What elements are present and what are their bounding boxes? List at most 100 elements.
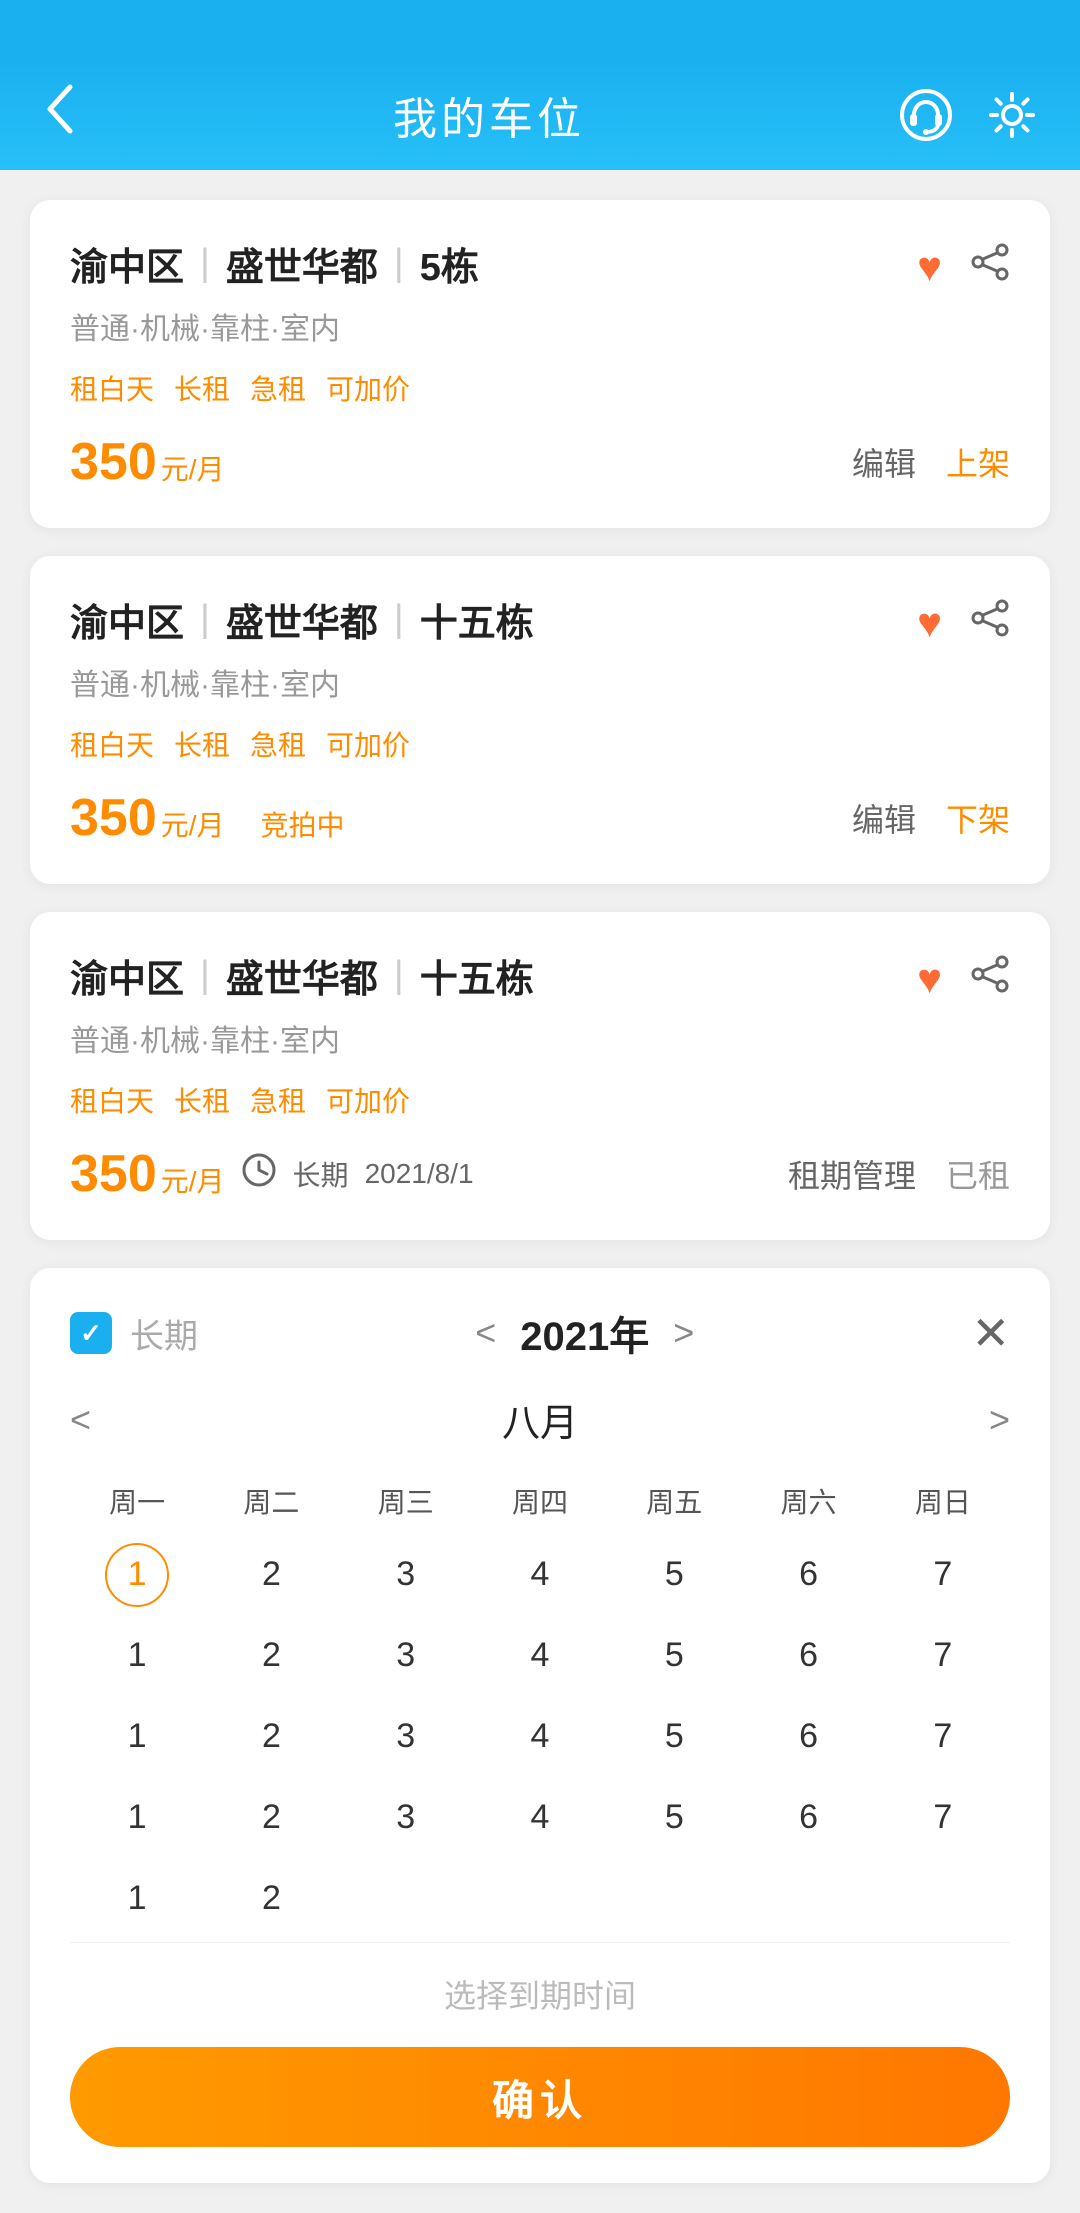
card-header-3: 渝中区 | 盛世华都 | 十五栋 ♥ — [70, 948, 1010, 1004]
card-desc-3: 普通·机械·靠柱·室内 — [70, 1016, 1010, 1060]
weekday-fri: 周五 — [607, 1471, 741, 1531]
tag-3-1: 长租 — [174, 1080, 230, 1120]
cal-day-r4c2[interactable]: 2 — [204, 1784, 338, 1851]
tag-2-2: 急租 — [250, 724, 306, 764]
calendar-header: ✓ 长期 < 2021年 > ✕ — [70, 1304, 1010, 1362]
cal-day-r2c4[interactable]: 4 — [473, 1622, 607, 1689]
price-unit-1: 元/月 — [161, 448, 225, 488]
cal-day-r3c7[interactable]: 7 — [876, 1703, 1010, 1770]
next-year-button[interactable]: > — [673, 1312, 694, 1354]
price-num-1: 350 — [70, 432, 157, 492]
card-actions-2: 编辑 下架 — [852, 795, 1010, 841]
card-actions-3: 租期管理 已租 — [788, 1151, 1010, 1197]
cal-day-r4c4[interactable]: 4 — [473, 1784, 607, 1851]
cal-day-r3c5[interactable]: 5 — [607, 1703, 741, 1770]
cal-day-r1c3[interactable]: 3 — [339, 1541, 473, 1608]
settings-button[interactable] — [984, 87, 1040, 143]
cal-day-r5c5 — [607, 1865, 741, 1932]
price-unit-3: 元/月 — [161, 1160, 225, 1200]
cal-day-r1c6[interactable]: 6 — [741, 1541, 875, 1608]
year-text: 2021年 — [520, 1304, 649, 1362]
cal-day-r3c1[interactable]: 1 — [70, 1703, 204, 1770]
cal-day-r4c1[interactable]: 1 — [70, 1784, 204, 1851]
location-3: 渝中区 — [70, 948, 184, 1003]
support-button[interactable] — [898, 87, 954, 143]
prev-month-button[interactable]: < — [70, 1399, 91, 1441]
cal-day-r2c6[interactable]: 6 — [741, 1622, 875, 1689]
calendar-close-button[interactable]: ✕ — [971, 1306, 1010, 1360]
cal-day-r3c3[interactable]: 3 — [339, 1703, 473, 1770]
card-desc-2: 普通·机械·靠柱·室内 — [70, 660, 1010, 704]
rental-info-3: 350 元/月 长期 2021/8/1 — [70, 1144, 474, 1204]
cal-day-r3c2[interactable]: 2 — [204, 1703, 338, 1770]
building-3: 十五栋 — [420, 948, 534, 1003]
card-tags-1: 租白天 长租 急租 可加价 — [70, 368, 1010, 408]
tag-3-0: 租白天 — [70, 1080, 154, 1120]
clock-icon-3 — [241, 1152, 277, 1196]
community-1: 盛世华都 — [226, 236, 378, 291]
card-footer-2: 350 元/月 竞拍中 编辑 下架 — [70, 788, 1010, 848]
price-num-2: 350 — [70, 788, 157, 848]
cal-day-r1c7[interactable]: 7 — [876, 1541, 1010, 1608]
cal-day-r1c4[interactable]: 4 — [473, 1541, 607, 1608]
cal-day-r2c1[interactable]: 1 — [70, 1622, 204, 1689]
card-actions-1: 编辑 上架 — [852, 439, 1010, 485]
tag-2-3: 可加价 — [326, 724, 410, 764]
tag-1-3: 可加价 — [326, 368, 410, 408]
price-unit-2: 元/月 — [161, 804, 225, 844]
month-row: < 八月 > — [70, 1392, 1010, 1447]
cal-day-r5c1[interactable]: 1 — [70, 1865, 204, 1932]
cal-day-r2c2[interactable]: 2 — [204, 1622, 338, 1689]
weekday-tue: 周二 — [204, 1471, 338, 1531]
share-icon-2[interactable] — [970, 598, 1010, 648]
share-icon-3[interactable] — [970, 954, 1010, 1004]
cal-day-r2c3[interactable]: 3 — [339, 1622, 473, 1689]
calendar-grid: 周一 周二 周三 周四 周五 周六 周日 1 2 3 4 5 6 7 1 2 — [70, 1471, 1010, 1932]
cal-day-r1c1[interactable]: 1 — [105, 1543, 169, 1607]
cal-day-r5c4 — [473, 1865, 607, 1932]
cal-day-r4c6[interactable]: 6 — [741, 1784, 875, 1851]
cal-day-r1c2[interactable]: 2 — [204, 1541, 338, 1608]
heart-icon-2[interactable]: ♥ — [917, 599, 942, 647]
community-3: 盛世华都 — [226, 948, 378, 1003]
weekday-sun: 周日 — [876, 1471, 1010, 1531]
expiry-placeholder: 选择到期时间 — [444, 1978, 636, 2014]
edit-btn-1[interactable]: 编辑 — [852, 439, 916, 485]
card-tags-3: 租白天 长租 急租 可加价 — [70, 1080, 1010, 1120]
action-btn-2[interactable]: 下架 — [946, 795, 1010, 841]
cal-day-r2c5[interactable]: 5 — [607, 1622, 741, 1689]
weekday-headers: 周一 周二 周三 周四 周五 周六 周日 — [70, 1471, 1010, 1531]
cal-day-r4c5[interactable]: 5 — [607, 1784, 741, 1851]
cal-day-r2c7[interactable]: 7 — [876, 1622, 1010, 1689]
price-1: 350 元/月 — [70, 432, 225, 492]
card-header-2: 渝中区 | 盛世华都 | 十五栋 ♥ — [70, 592, 1010, 648]
longterm-checkbox[interactable]: ✓ — [70, 1312, 112, 1354]
expiry-row: 选择到期时间 — [70, 1942, 1010, 2037]
heart-icon-3[interactable]: ♥ — [917, 955, 942, 1003]
cal-day-r1c5[interactable]: 5 — [607, 1541, 741, 1608]
action-btn-1[interactable]: 上架 — [946, 439, 1010, 485]
confirm-button[interactable]: 确认 — [70, 2047, 1010, 2147]
cal-day-r4c7[interactable]: 7 — [876, 1784, 1010, 1851]
price-2: 350 元/月 — [70, 788, 225, 848]
cal-day-r3c4[interactable]: 4 — [473, 1703, 607, 1770]
tag-3-2: 急租 — [250, 1080, 306, 1120]
back-button[interactable] — [40, 79, 80, 151]
year-nav: < 2021年 > — [475, 1304, 694, 1362]
edit-btn-2[interactable]: 编辑 — [852, 795, 916, 841]
parking-card-1: 渝中区 | 盛世华都 | 5栋 ♥ 普通·机械·靠 — [30, 200, 1050, 528]
cal-day-r5c6 — [741, 1865, 875, 1932]
next-month-button[interactable]: > — [989, 1399, 1010, 1441]
edit-btn-3[interactable]: 租期管理 — [788, 1151, 916, 1197]
location-1: 渝中区 — [70, 236, 184, 291]
share-icon-1[interactable] — [970, 242, 1010, 292]
cal-day-r5c2[interactable]: 2 — [204, 1865, 338, 1932]
heart-icon-1[interactable]: ♥ — [917, 243, 942, 291]
calendar-card: ✓ 长期 < 2021年 > ✕ < 八月 > 周一 周二 周三 周四 — [30, 1268, 1050, 2183]
prev-year-button[interactable]: < — [475, 1312, 496, 1354]
header-icons — [898, 87, 1040, 143]
card-footer-3: 350 元/月 长期 2021/8/1 租期管理 已租 — [70, 1144, 1010, 1204]
cal-day-r4c3[interactable]: 3 — [339, 1784, 473, 1851]
cal-day-r3c6[interactable]: 6 — [741, 1703, 875, 1770]
community-2: 盛世华都 — [226, 592, 378, 647]
